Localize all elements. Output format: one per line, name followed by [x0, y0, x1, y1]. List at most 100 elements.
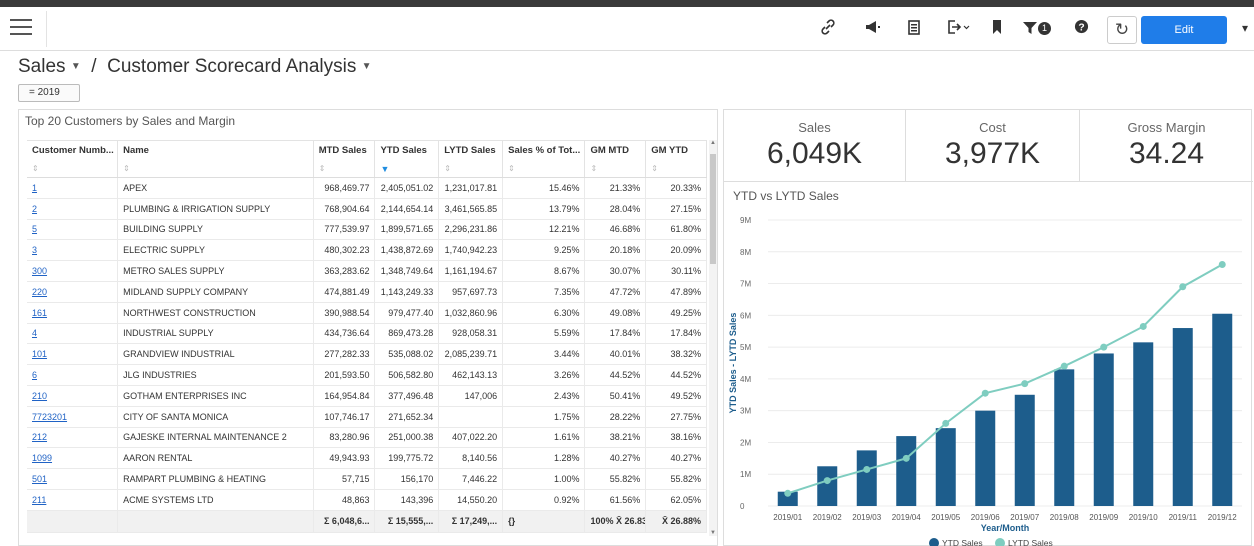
table-cell[interactable]: 212	[27, 427, 119, 449]
scroll-down-icon[interactable]: ▼	[709, 530, 717, 536]
table-cell: 17.84%	[584, 323, 647, 345]
table-row[interactable]: 501 RAMPART PLUMBING & HEATING 57,715 156,1…	[27, 468, 707, 490]
table-cell[interactable]: 6	[27, 364, 119, 386]
table-cell[interactable]: 3	[27, 239, 119, 262]
column-header[interactable]: Customer Numb...	[27, 140, 119, 161]
breadcrumb-sales[interactable]: Sales	[18, 56, 66, 77]
customer-number-link[interactable]: 5	[32, 224, 37, 234]
scroll-up-icon[interactable]: ▲	[709, 140, 717, 146]
customer-number-link[interactable]: 161	[32, 308, 47, 318]
table-cell[interactable]: 501	[27, 468, 119, 490]
table-cell[interactable]: 4	[27, 323, 119, 345]
table-cell: 147,006	[438, 385, 504, 407]
column-header[interactable]: Name	[117, 140, 314, 161]
megaphone-icon[interactable]	[862, 19, 884, 39]
refresh-button[interactable]: ↻	[1107, 16, 1137, 44]
table-cell[interactable]: 101	[27, 343, 119, 366]
customer-number-link[interactable]: 3	[32, 245, 37, 255]
table-cell: 30.11%	[645, 260, 707, 282]
menu-icon[interactable]	[10, 19, 32, 37]
table-cell[interactable]: 210	[27, 385, 119, 407]
table-cell[interactable]: 7723201	[27, 406, 119, 428]
customer-number-link[interactable]: 300	[32, 266, 47, 276]
ytd-lytd-chart: 0 1M 2M 3M 4M 5M 6M 7M 8M 9M 2019/01 2019/02 2019/03…	[728, 216, 1242, 546]
sort-icon[interactable]: ⇕	[438, 160, 504, 178]
table-cell: 2.43%	[502, 385, 586, 407]
customer-number-link[interactable]: 501	[32, 474, 47, 484]
customer-number-link[interactable]: 1	[32, 183, 37, 193]
scrollbar-thumb[interactable]	[710, 154, 716, 264]
column-header[interactable]: MTD Sales	[313, 140, 376, 161]
export-icon[interactable]	[946, 19, 972, 39]
sort-icon[interactable]: ⇕	[584, 160, 647, 178]
table-row[interactable]: 7723201 CITY OF SANTA MONICA 107,746.17 271…	[27, 406, 707, 428]
customer-number-link[interactable]: 220	[32, 287, 47, 297]
edit-button[interactable]: Edit	[1141, 16, 1227, 44]
table-cell: 49.52%	[645, 385, 707, 407]
table-cell: 1.61%	[502, 427, 586, 449]
table-cell: 480,302.23	[313, 239, 376, 262]
customer-number-link[interactable]: 7723201	[32, 412, 67, 422]
table-row[interactable]: 1099 AARON RENTAL 49,943.93 199,775.72 8,140…	[27, 447, 707, 470]
total-cell	[27, 509, 119, 533]
column-header[interactable]: GM MTD	[584, 140, 647, 161]
table-cell[interactable]: 211	[27, 489, 119, 511]
lytd-point	[1218, 260, 1226, 268]
link-icon[interactable]	[818, 19, 838, 39]
column-header[interactable]: Sales % of Tot...	[502, 140, 586, 161]
ytd-bar	[1133, 342, 1154, 506]
chevron-down-icon[interactable]: ▼	[362, 61, 372, 72]
table-cell: 1,740,942.23	[438, 239, 504, 262]
column-header[interactable]: YTD Sales	[374, 140, 440, 161]
customer-number-link[interactable]: 211	[32, 495, 46, 505]
chevron-down-icon[interactable]: ▼	[71, 61, 81, 72]
table-row[interactable]: 211 ACME SYSTEMS LTD 48,863 143,396 14,550.2…	[27, 489, 707, 511]
table-scrollbar[interactable]: ▲ ▼	[709, 140, 717, 536]
table-row[interactable]: 1 APEX 968,469.77 2,405,051.02 1,231,017.81 1…	[27, 177, 707, 199]
table-cell: 777,539.97	[313, 219, 376, 241]
sort-icon[interactable]: ⇕	[117, 160, 314, 178]
table-cell[interactable]: 1099	[27, 447, 119, 470]
sort-icon[interactable]: ⇕	[313, 160, 376, 178]
filter-icon[interactable]: 1	[1022, 19, 1056, 39]
y-tick-label: 0	[740, 502, 745, 511]
clipboard-icon[interactable]	[905, 19, 923, 39]
table-cell[interactable]: 161	[27, 302, 119, 324]
table-row[interactable]: 161 NORTHWEST CONSTRUCTION 390,988.54 979,4…	[27, 302, 707, 324]
table-cell[interactable]: 300	[27, 260, 119, 282]
table-row[interactable]: 4 INDUSTRIAL SUPPLY 434,736.64 869,473.28 92…	[27, 323, 707, 345]
table-row[interactable]: 2 PLUMBING & IRRIGATION SUPPLY 768,904.64 2…	[27, 198, 707, 220]
customer-number-link[interactable]: 210	[32, 391, 47, 401]
customer-number-link[interactable]: 1099	[32, 453, 52, 463]
bookmark-icon[interactable]	[990, 19, 1004, 39]
sort-icon[interactable]: ⇕	[27, 160, 119, 178]
table-row[interactable]: 212 GAJESKE INTERNAL MAINTENANCE 2 83,280.…	[27, 427, 707, 449]
table-row[interactable]: 3 ELECTRIC SUPPLY 480,302.23 1,438,872.69 1,…	[27, 239, 707, 262]
sort-desc-icon[interactable]: ▼	[374, 160, 440, 178]
customer-number-link[interactable]: 101	[32, 349, 47, 359]
customer-number-link[interactable]: 6	[32, 370, 37, 380]
sort-icon[interactable]: ⇕	[645, 160, 707, 178]
chevron-down-icon[interactable]: ▾	[1242, 21, 1248, 35]
table-row[interactable]: 220 MIDLAND SUPPLY COMPANY 474,881.49 1,143…	[27, 281, 707, 303]
table-row[interactable]: 5 BUILDING SUPPLY 777,539.97 1,899,571.65 2,…	[27, 219, 707, 241]
y-axis-title: YTD Sales - LYTD Sales	[728, 313, 738, 414]
table-cell[interactable]: 2	[27, 198, 119, 220]
table-row[interactable]: 101 GRANDVIEW INDUSTRIAL 277,282.33 535,088…	[27, 343, 707, 366]
column-header[interactable]: LYTD Sales	[438, 140, 504, 161]
table-row[interactable]: 300 METRO SALES SUPPLY 363,283.62 1,348,749…	[27, 260, 707, 282]
table-cell[interactable]: 220	[27, 281, 119, 303]
table-row[interactable]: 6 JLG INDUSTRIES 201,593.50 506,582.80 462,1…	[27, 364, 707, 386]
table-cell[interactable]: 5	[27, 219, 119, 241]
help-icon[interactable]: ?	[1073, 19, 1089, 39]
table-cell: 7.35%	[502, 281, 586, 303]
year-filter-chip[interactable]: = 2019	[18, 84, 80, 102]
customer-number-link[interactable]: 212	[32, 432, 47, 442]
table-cell[interactable]: 1	[27, 177, 119, 199]
table-row[interactable]: 210 GOTHAM ENTERPRISES INC 164,954.84 377,4…	[27, 385, 707, 407]
sort-icon[interactable]: ⇕	[502, 160, 586, 178]
customer-number-link[interactable]: 2	[32, 204, 37, 214]
table-cell: 968,469.77	[313, 177, 376, 199]
customer-number-link[interactable]: 4	[32, 328, 37, 338]
column-header[interactable]: GM YTD	[645, 140, 707, 161]
